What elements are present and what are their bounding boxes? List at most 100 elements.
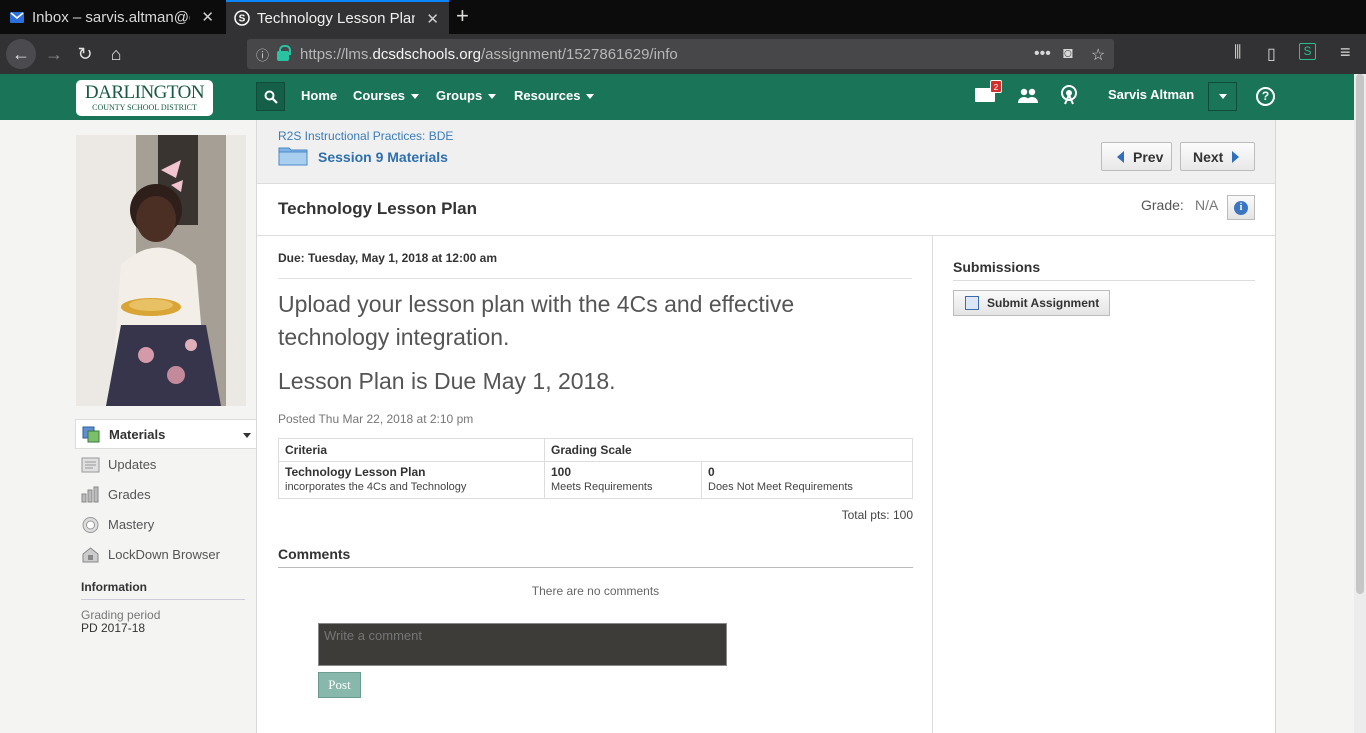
info-icon[interactable]: ⓘ: [256, 45, 269, 64]
submit-assignment-button[interactable]: Submit Assignment: [953, 290, 1110, 316]
mastery-icon: [82, 516, 99, 533]
messages-count-badge: 2: [990, 80, 1002, 93]
assignment-description: Upload your lesson plan with the 4Cs and…: [278, 291, 795, 350]
breadcrumb[interactable]: R2S Instructional Practices: BDE: [278, 129, 453, 143]
tab-inbox[interactable]: Inbox – sarvis.altman@dar ✕: [0, 0, 224, 34]
comment-input[interactable]: [318, 623, 727, 666]
reload-button[interactable]: ↻: [73, 42, 97, 66]
arrow-left-icon: [1117, 150, 1124, 163]
no-comments-text: There are no comments: [531, 584, 660, 598]
edit-document-icon: [965, 296, 979, 310]
total-points: Total pts: 100: [841, 508, 913, 522]
grading-period-value: PD 2017-18: [81, 621, 146, 635]
nav-courses[interactable]: Courses: [353, 74, 420, 120]
grades-icon: [81, 486, 99, 502]
lock-icon: [277, 45, 292, 61]
rubric-table: Criteria Grading Scale Technology Lesson…: [278, 438, 913, 499]
user-menu-button[interactable]: [1208, 82, 1237, 111]
info-icon: i: [1234, 200, 1248, 215]
nav-groups[interactable]: Groups: [436, 74, 497, 120]
district-logo[interactable]: DARLINGTON COUNTY SCHOOL DISTRICT: [76, 80, 213, 116]
search-icon: [264, 90, 278, 104]
search-button[interactable]: [256, 82, 285, 111]
sidebar-item-lockdown-browser[interactable]: LockDown Browser: [75, 539, 256, 569]
column-divider: [932, 236, 933, 733]
page-actions-icon[interactable]: •••: [1034, 45, 1051, 63]
post-button[interactable]: Post: [318, 672, 361, 698]
notifications-icon[interactable]: [1060, 85, 1078, 105]
chevron-down-icon: [586, 94, 595, 100]
sidebar-item-label: Materials: [109, 426, 166, 442]
bookmark-star-icon[interactable]: ☆: [1091, 45, 1105, 65]
information-heading: Information: [81, 580, 245, 600]
grade-label: Grade:: [1141, 197, 1184, 213]
assignment-due-note: Lesson Plan is Due May 1, 2018.: [278, 368, 616, 394]
grading-period-label: Grading period: [81, 608, 161, 622]
schoology-extension-icon[interactable]: S: [1299, 43, 1316, 60]
posted-date: Posted Thu Mar 22, 2018 at 2:10 pm: [278, 412, 474, 426]
nav-resources[interactable]: Resources: [514, 74, 595, 120]
main-content: R2S Instructional Practices: BDE Session…: [256, 120, 1276, 733]
scrollbar-thumb[interactable]: [1356, 74, 1364, 594]
lockdown-icon: [82, 546, 99, 562]
chevron-down-icon: [411, 94, 420, 100]
tab-technology-lesson-plan[interactable]: S Technology Lesson Plan | ✕: [226, 0, 449, 34]
sidebar-item-grades[interactable]: Grades: [75, 479, 256, 509]
submit-label: Submit Assignment: [987, 296, 1100, 310]
url-text: https://lms.dcsdschools.org/assignment/1…: [300, 45, 678, 63]
grade-value: N/A: [1195, 197, 1219, 213]
prev-button[interactable]: Prev: [1101, 142, 1172, 171]
sidebar-item-label: Grades: [108, 486, 151, 502]
rubric-criterion: Technology Lesson Plan incorporates the 4…: [278, 461, 545, 499]
photo-illustration: [76, 135, 246, 406]
folder-icon: [278, 147, 308, 166]
comments-heading: Comments: [278, 546, 913, 568]
close-icon[interactable]: ✕: [201, 8, 214, 26]
tab-label: Inbox – sarvis.altman@dar: [32, 8, 190, 26]
updates-icon: [81, 457, 100, 472]
rubric-level: 100 Meets Requirements: [544, 461, 702, 499]
home-button[interactable]: ⌂: [104, 42, 128, 66]
arrow-right-icon: [1232, 150, 1240, 163]
page-title: Technology Lesson Plan: [278, 199, 477, 218]
folder-link[interactable]: Session 9 Materials: [318, 149, 448, 165]
sidebar-item-label: Mastery: [108, 516, 155, 532]
submissions-heading: Submissions: [953, 259, 1255, 281]
scrollbar[interactable]: [1354, 74, 1366, 733]
rubric-level: 0 Does Not Meet Requirements: [701, 461, 913, 499]
forward-button[interactable]: →: [42, 42, 66, 66]
sidebar-item-materials[interactable]: Materials: [75, 419, 256, 449]
mail-icon: [10, 12, 24, 23]
materials-icon: [82, 426, 100, 442]
sidebar-item-updates[interactable]: Updates: [75, 449, 256, 479]
course-profile-image: [76, 135, 246, 406]
breadcrumb-bar: R2S Instructional Practices: BDE Session…: [257, 120, 1275, 184]
back-button[interactable]: ←: [6, 39, 36, 69]
sidebar-toggle-icon[interactable]: ▯: [1267, 44, 1276, 64]
grade-info-button[interactable]: i: [1227, 195, 1255, 220]
next-button[interactable]: Next: [1180, 142, 1255, 171]
close-icon[interactable]: ✕: [426, 10, 439, 28]
sidebar-item-label: LockDown Browser: [108, 546, 220, 562]
new-tab-button[interactable]: +: [456, 5, 469, 27]
people-icon[interactable]: [1018, 87, 1038, 105]
nav-home[interactable]: Home: [301, 74, 337, 120]
schoology-icon: S: [234, 10, 250, 26]
chevron-down-icon: [1218, 94, 1227, 99]
app-header: DARLINGTON COUNTY SCHOOL DISTRICT Home C…: [0, 74, 1366, 120]
pocket-icon[interactable]: ◙: [1063, 45, 1073, 63]
title-bar: Technology Lesson Plan Grade: N/A i: [257, 185, 1275, 236]
table-row: Technology Lesson Plan incorporates the 4…: [278, 461, 913, 499]
library-icon[interactable]: ⫼: [1234, 44, 1241, 62]
menu-icon[interactable]: ≡: [1340, 42, 1351, 63]
chevron-down-icon[interactable]: [243, 433, 251, 438]
url-bar[interactable]: ⓘ https://lms.dcsdschools.org/assignment…: [247, 39, 1114, 69]
rubric-header-criteria: Criteria: [278, 438, 545, 462]
rubric-header-grading-scale: Grading Scale: [544, 438, 913, 462]
chevron-down-icon: [488, 94, 497, 100]
help-icon[interactable]: ?: [1256, 87, 1275, 106]
tab-label: Technology Lesson Plan |: [257, 9, 415, 27]
sidebar-item-mastery[interactable]: Mastery: [75, 509, 256, 539]
browser-tab-bar: Inbox – sarvis.altman@dar ✕ S Technology…: [0, 0, 1366, 34]
user-name[interactable]: Sarvis Altman: [1108, 87, 1194, 102]
